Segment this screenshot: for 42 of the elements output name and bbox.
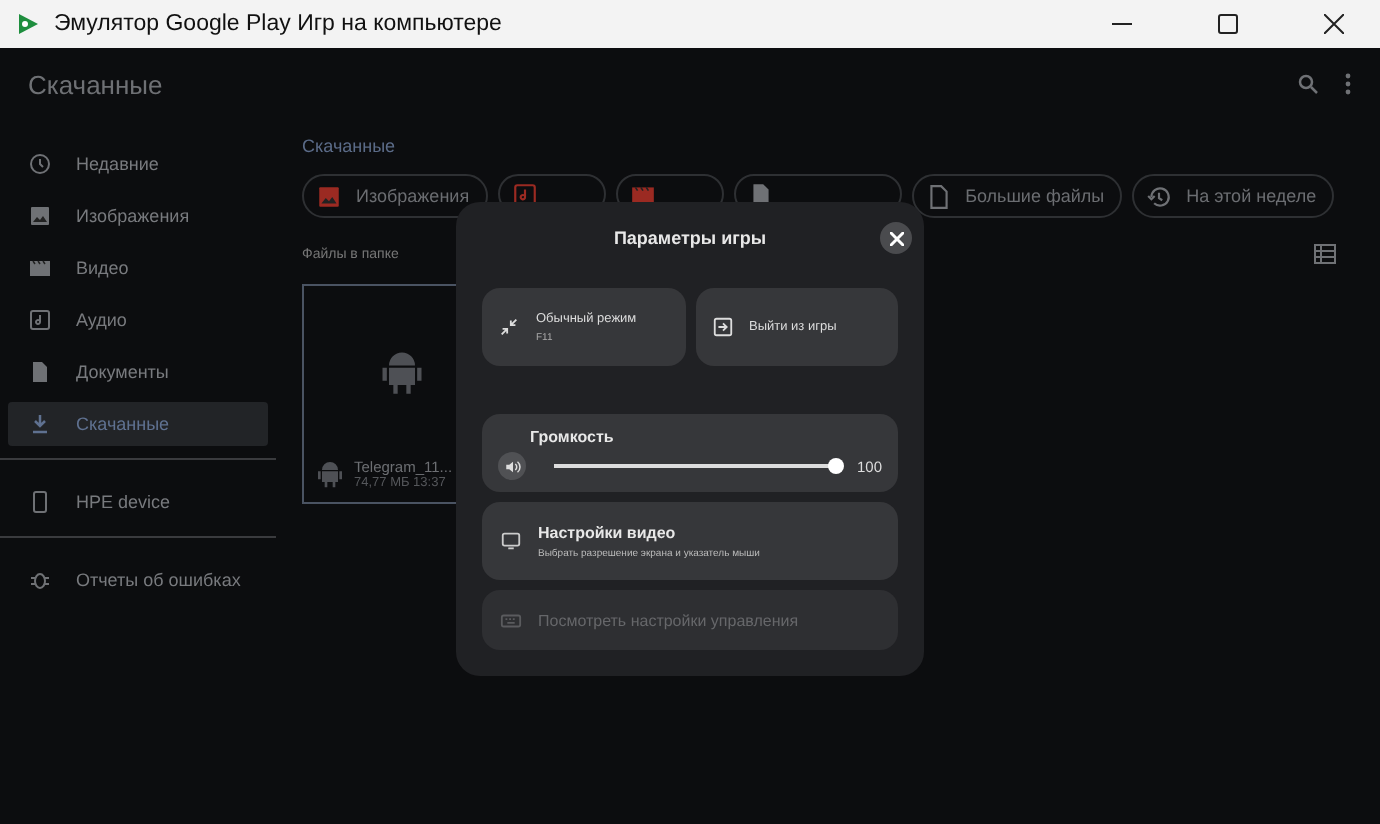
volume-label: Громкость	[528, 428, 616, 446]
exit-icon	[711, 316, 733, 338]
phone-icon	[28, 490, 52, 514]
sidebar-item[interactable]: HPE device	[8, 480, 268, 524]
sidebar-item[interactable]: Видео	[8, 246, 268, 290]
search-icon[interactable]	[1296, 72, 1320, 96]
mute-button[interactable]	[498, 452, 526, 480]
close-icon	[889, 231, 903, 245]
slider-thumb[interactable]	[828, 458, 845, 474]
sidebar-item[interactable]: Отчеты об ошибках	[8, 558, 268, 602]
maximize-icon[interactable]	[1218, 14, 1238, 34]
file-icon	[925, 183, 952, 209]
monitor-icon	[500, 530, 522, 552]
doc-icon	[747, 181, 774, 207]
clock-icon	[28, 152, 52, 176]
bug-icon	[28, 568, 52, 592]
doc-icon	[28, 360, 52, 384]
breadcrumb[interactable]: Скачанные	[302, 136, 1380, 156]
sidebar-item[interactable]: Скачанные	[8, 402, 268, 446]
image-icon	[316, 183, 342, 209]
dialog-title: Параметры игры	[613, 228, 767, 248]
speaker-icon	[503, 457, 521, 475]
sidebar-item[interactable]: Изображения	[8, 194, 268, 238]
download-icon	[28, 412, 52, 436]
video-icon	[28, 256, 52, 280]
list-view-icon[interactable]	[1314, 244, 1336, 264]
window-title: Эмулятор Google Play Игр на компьютере	[54, 12, 504, 36]
more-icon[interactable]	[1344, 72, 1352, 96]
play-logo-icon	[16, 12, 40, 36]
audio-icon	[28, 308, 52, 332]
sidebar-item[interactable]: Недавние	[8, 142, 268, 186]
sidebar-item[interactable]: Документы	[8, 350, 268, 394]
close-button[interactable]	[880, 222, 912, 254]
filter-chip[interactable]: На этой неделе	[1132, 174, 1335, 218]
sidebar-item[interactable]: Аудио	[8, 298, 268, 342]
app-title: Скачанные	[28, 69, 165, 99]
history-icon	[1146, 183, 1173, 209]
android-icon	[314, 458, 346, 490]
shrink-icon	[498, 316, 520, 338]
close-icon[interactable]	[1324, 14, 1344, 34]
image-icon	[28, 204, 52, 228]
keyboard-icon	[500, 609, 522, 631]
